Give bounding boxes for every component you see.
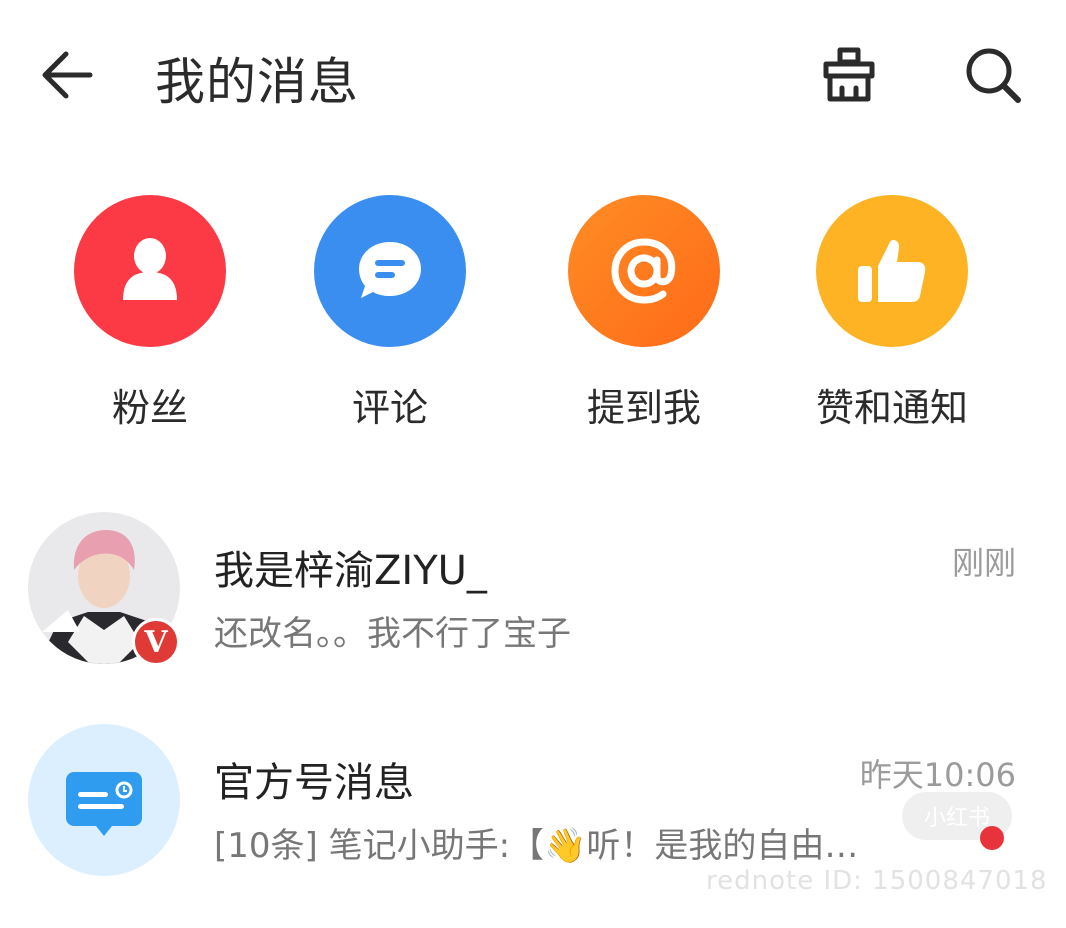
chat-bubble-icon	[359, 242, 421, 298]
contact-name: 官方号消息	[214, 760, 414, 806]
thumbs-up-icon	[858, 240, 926, 302]
arrow-left-icon[interactable]	[38, 44, 100, 106]
watermark-text: rednote ID: 1500847018	[706, 866, 1048, 896]
quick-actions: 粉丝 评论 提到我 赞和通知	[0, 195, 1066, 435]
mentions-circle	[568, 195, 720, 347]
quick-action-fans[interactable]: 粉丝	[50, 195, 250, 432]
verified-badge: V	[132, 618, 180, 666]
broom-icon[interactable]	[818, 44, 880, 106]
message-preview: [10条] 笔记小助手:【👋听！是我的自由…	[214, 826, 859, 866]
fans-circle	[74, 195, 226, 347]
unread-dot	[980, 826, 1004, 850]
quick-action-likes[interactable]: 赞和通知	[792, 195, 992, 432]
official-avatar[interactable]	[28, 724, 180, 876]
at-sign-icon	[611, 238, 676, 304]
message-row[interactable]: V 我是梓渝ZIYU_ 还改名。。我不行了宝子 刚刚	[0, 512, 1066, 682]
contact-name: 我是梓渝ZIYU_	[214, 548, 487, 594]
quick-action-label: 评论	[351, 386, 428, 430]
person-icon	[123, 238, 177, 300]
quick-action-mentions[interactable]: 提到我	[544, 195, 744, 432]
page-title: 我的消息	[155, 53, 359, 111]
likes-circle	[816, 195, 968, 347]
message-preview: 还改名。。我不行了宝子	[214, 614, 571, 654]
top-bar: 我的消息	[0, 0, 1066, 150]
quick-action-comments[interactable]: 评论	[290, 195, 490, 432]
quick-action-label: 粉丝	[111, 386, 188, 430]
message-time: 昨天10:06	[859, 756, 1016, 794]
official-message-icon	[66, 772, 142, 836]
search-icon[interactable]	[962, 44, 1024, 106]
quick-action-label: 提到我	[586, 386, 701, 430]
quick-action-label: 赞和通知	[815, 386, 968, 430]
comments-circle	[314, 195, 466, 347]
message-time: 刚刚	[951, 544, 1016, 582]
